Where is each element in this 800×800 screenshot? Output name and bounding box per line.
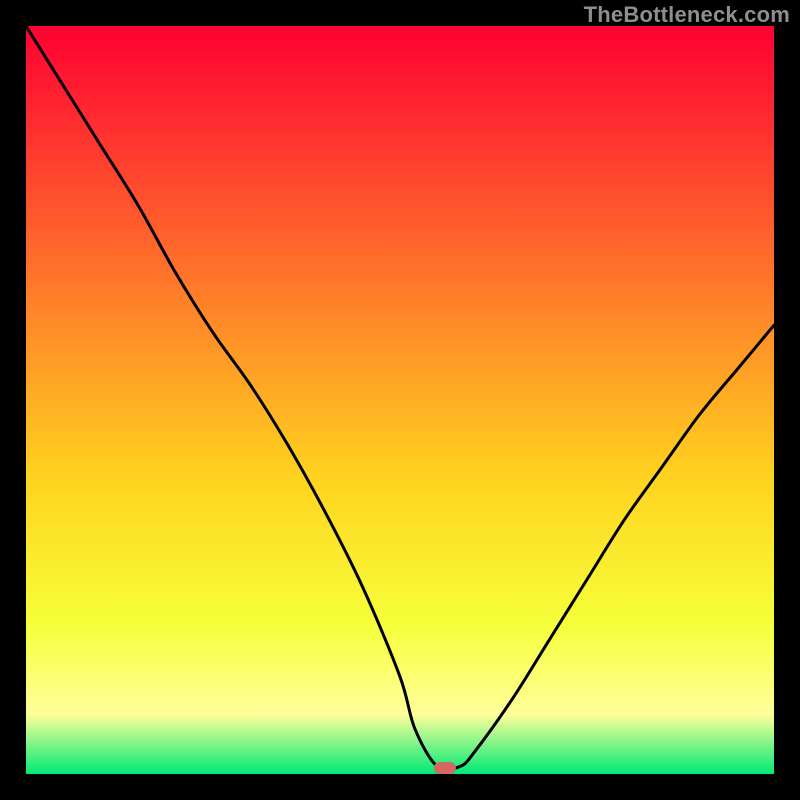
watermark-text: TheBottleneck.com [584,2,790,28]
optimal-point-marker [434,762,456,774]
chart-background-gradient [26,26,774,774]
chart-svg [26,26,774,774]
chart-frame: TheBottleneck.com [0,0,800,800]
chart-plot-area [26,26,774,774]
